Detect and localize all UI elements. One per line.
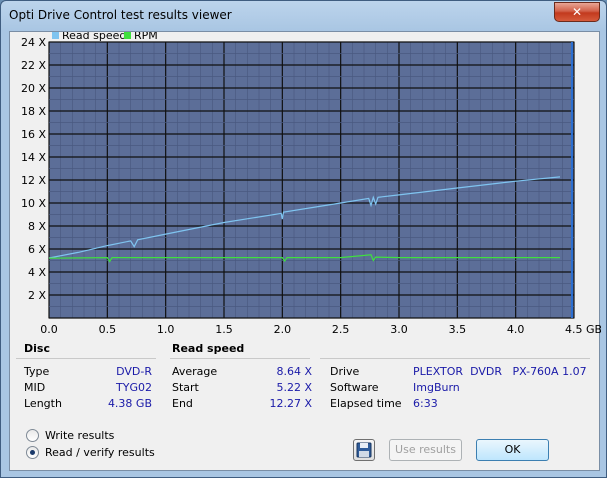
- x-tick-label: 0.5: [99, 323, 117, 336]
- legend-swatch: [124, 32, 131, 39]
- legend-swatch: [52, 32, 59, 39]
- app-window: Opti Drive Control test results viewer ✕…: [0, 0, 607, 478]
- software-label: Software: [330, 381, 379, 394]
- y-tick-label: 20 X: [21, 82, 46, 95]
- read-speed-separator: [170, 358, 310, 359]
- end-label: End: [172, 397, 193, 410]
- save-button[interactable]: [353, 439, 375, 461]
- x-tick-label: 1.0: [157, 323, 175, 336]
- y-tick-label: 14 X: [21, 151, 46, 164]
- disc-length-value: 4.38 GB: [107, 397, 152, 410]
- close-icon: ✕: [571, 5, 583, 19]
- x-tick-label: 3.5: [449, 323, 467, 336]
- software-value: ImgBurn: [413, 381, 460, 394]
- elapsed-time-label: Elapsed time: [330, 397, 402, 410]
- disc-mid-label: MID: [24, 381, 46, 394]
- y-tick-label: 6 X: [28, 243, 46, 256]
- read-speed-header: Read speed: [172, 342, 245, 355]
- average-label: Average: [172, 365, 218, 378]
- disc-separator: [16, 358, 156, 359]
- y-tick-label: 16 X: [21, 128, 46, 141]
- drive-label: Drive: [330, 365, 360, 378]
- legend-label: Read speed: [62, 32, 126, 42]
- title-bar[interactable]: Opti Drive Control test results viewer ✕: [1, 1, 606, 31]
- start-label: Start: [172, 381, 199, 394]
- average-value: 8.64 X: [276, 365, 312, 378]
- x-tick-label: 3.0: [390, 323, 408, 336]
- read-verify-results-label[interactable]: Read / verify results: [45, 446, 155, 459]
- close-button[interactable]: ✕: [554, 2, 600, 22]
- x-tick-label: 0.0: [40, 323, 58, 336]
- client-area: 24 X 22 X 20 X 18 X 16 X 14 X 12 X 10 X 8 X 6 X 4 …: [9, 29, 602, 471]
- y-tick-label: 18 X: [21, 105, 46, 118]
- y-tick-label: 22 X: [21, 59, 46, 72]
- end-value: 12.27 X: [269, 397, 312, 410]
- x-tick-label: 4.5 GB: [565, 323, 601, 336]
- x-tick-label: 4.0: [507, 323, 525, 336]
- disc-mid-value: TYG02: [116, 381, 152, 394]
- write-results-radio[interactable]: [26, 429, 39, 442]
- write-results-label[interactable]: Write results: [45, 429, 114, 442]
- start-value: 5.22 X: [276, 381, 312, 394]
- floppy-disk-icon: [356, 442, 372, 458]
- drive-separator: [320, 358, 590, 359]
- x-tick-label: 2.0: [274, 323, 292, 336]
- disc-length-label: Length: [24, 397, 62, 410]
- disc-header: Disc: [24, 342, 50, 355]
- disc-type-label: Type: [24, 365, 50, 378]
- y-tick-label: 4 X: [28, 266, 46, 279]
- elapsed-time-value: 6:33: [413, 397, 438, 410]
- disc-type-value: DVD-R: [116, 365, 152, 378]
- y-tick-label: 8 X: [28, 220, 46, 233]
- ok-button[interactable]: OK: [476, 439, 549, 461]
- y-tick-label: 24 X: [21, 36, 46, 49]
- use-results-button[interactable]: Use results: [389, 439, 462, 461]
- x-tick-label: 1.5: [215, 323, 233, 336]
- drive-value: PLEXTOR DVDR PX-760A 1.07: [413, 365, 587, 378]
- y-tick-label: 2 X: [28, 289, 46, 302]
- read-verify-results-radio[interactable]: [26, 446, 39, 459]
- x-tick-label: 2.5: [332, 323, 350, 336]
- read-speed-chart: 24 X 22 X 20 X 18 X 16 X 14 X 12 X 10 X 8 X 6 X 4 …: [10, 29, 602, 338]
- y-tick-label: 12 X: [21, 174, 46, 187]
- legend-label: RPM: [134, 32, 158, 42]
- chart-svg: 24 X 22 X 20 X 18 X 16 X 14 X 12 X 10 X 8 X 6 X 4 …: [21, 29, 602, 336]
- window-title: Opti Drive Control test results viewer: [9, 8, 232, 22]
- y-tick-label: 10 X: [21, 197, 46, 210]
